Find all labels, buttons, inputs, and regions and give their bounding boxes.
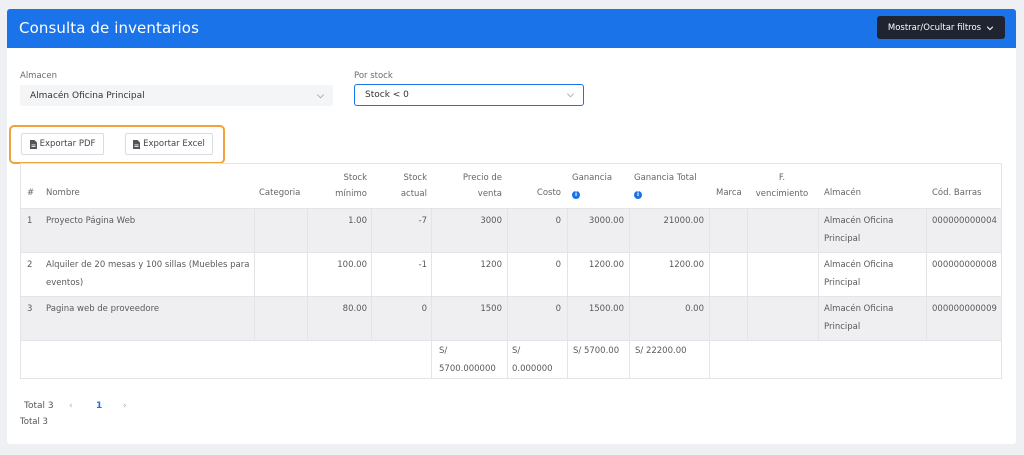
col-header-costo: Costo xyxy=(536,188,561,198)
chevron-down-icon xyxy=(316,93,325,99)
almacen-select[interactable]: Almacén Oficina Principal xyxy=(20,85,333,106)
col-header-ganancia: Ganancia i xyxy=(572,173,613,199)
file-icon xyxy=(29,139,37,149)
page-number[interactable]: 1 xyxy=(96,401,102,411)
cell-costo: 0 xyxy=(555,216,561,226)
totals-row: S/5700.000000 S/0.000000 S/ 5700.00 S/ 2… xyxy=(21,340,1001,378)
page-title: Consulta de inventarios xyxy=(19,19,199,37)
cell-nombre: Pagina web de proveedore xyxy=(46,304,160,314)
col-header-nombre: Nombre xyxy=(46,188,80,198)
cell-ganancia: 1500.00 xyxy=(588,304,624,314)
col-divider xyxy=(254,208,255,340)
total-precio: S/5700.000000 xyxy=(439,346,496,374)
col-divider xyxy=(629,208,630,378)
table-row[interactable]: 1 Proyecto Página Web 1.00 -7 3000 0 300… xyxy=(21,208,1001,252)
total-costo: S/0.000000 xyxy=(512,346,553,374)
stock-select-value: Stock < 0 xyxy=(365,90,409,100)
info-icon[interactable]: i xyxy=(634,191,642,199)
toggle-filters-label: Mostrar/Ocultar filtros xyxy=(887,22,982,33)
cell-cod-barras: 000000000008 xyxy=(932,260,997,270)
cell-precio: 3000 xyxy=(480,216,502,226)
next-page-button[interactable]: › xyxy=(123,401,127,411)
cell-stock-actual: -7 xyxy=(418,216,427,226)
cell-ganancia-total: 21000.00 xyxy=(663,216,704,226)
cell-stock-min: 1.00 xyxy=(348,216,367,226)
row-divider xyxy=(21,340,1001,341)
stock-filter-label: Por stock xyxy=(354,71,393,81)
col-header-almacen: Almacén xyxy=(824,188,861,198)
cell-nombre: Proyecto Página Web xyxy=(46,216,136,226)
cell-ganancia-total: 1200.00 xyxy=(668,260,704,270)
cell-num: 2 xyxy=(27,260,33,270)
cell-nombre: Alquiler de 20 mesas y 100 sillas (Muebl… xyxy=(46,260,250,288)
almacen-filter-label: Almacen xyxy=(20,71,57,81)
col-divider xyxy=(507,208,508,378)
cell-cod-barras: 000000000004 xyxy=(932,216,997,226)
total-ganancia: S/ 5700.00 xyxy=(573,346,620,356)
col-header-marca: Marca xyxy=(716,188,742,198)
inventory-card: Consulta de inventarios Mostrar/Ocultar … xyxy=(7,9,1016,444)
row-divider xyxy=(21,252,1001,253)
stock-select[interactable]: Stock < 0 xyxy=(354,84,584,106)
col-divider xyxy=(371,208,372,340)
almacen-select-value: Almacén Oficina Principal xyxy=(30,90,145,101)
col-header-categoria: Categoria xyxy=(259,188,301,198)
col-divider xyxy=(567,208,568,378)
file-icon xyxy=(133,139,141,149)
chevron-down-icon xyxy=(986,25,994,30)
row-divider xyxy=(21,208,1001,209)
col-divider xyxy=(747,208,748,340)
cell-stock-actual: 0 xyxy=(421,304,427,314)
prev-page-button[interactable]: ‹ xyxy=(69,401,73,411)
cell-ganancia: 3000.00 xyxy=(588,216,624,226)
cell-almacen: Almacén Oficina Principal xyxy=(824,216,894,244)
toggle-filters-button[interactable]: Mostrar/Ocultar filtros xyxy=(877,16,1005,39)
row-divider xyxy=(21,296,1001,297)
col-header-precio: Precio de venta xyxy=(462,173,502,199)
col-divider xyxy=(709,208,710,378)
cell-stock-min: 80.00 xyxy=(342,304,367,314)
export-pdf-label: Exportar PDF xyxy=(39,139,96,149)
page-header: Consulta de inventarios Mostrar/Ocultar … xyxy=(7,9,1016,48)
cell-almacen: Almacén Oficina Principal xyxy=(824,260,894,288)
cell-ganancia: 1200.00 xyxy=(588,260,624,270)
cell-cod-barras: 000000000009 xyxy=(932,304,997,314)
col-header-stock-actual: Stock actual xyxy=(400,173,427,199)
info-icon[interactable]: i xyxy=(572,191,580,199)
export-excel-label: Exportar Excel xyxy=(143,139,205,149)
cell-precio: 1200 xyxy=(480,260,502,270)
col-header-ganancia-total: Ganancia Total i xyxy=(634,173,697,199)
cell-almacen: Almacén Oficina Principal xyxy=(824,304,894,332)
footer-total: Total 3 xyxy=(20,417,48,427)
col-header-num: # xyxy=(27,188,35,198)
col-divider xyxy=(818,208,819,340)
table-row[interactable]: 2 Alquiler de 20 mesas y 100 sillas (Mue… xyxy=(21,252,1001,296)
cell-num: 1 xyxy=(27,216,33,226)
cell-num: 3 xyxy=(27,304,33,314)
total-ganancia-total: S/ 22200.00 xyxy=(635,346,687,356)
col-divider xyxy=(307,208,308,340)
cell-precio: 1500 xyxy=(480,304,502,314)
col-header-stock-min: Stock mínimo xyxy=(335,173,367,199)
cell-costo: 0 xyxy=(555,304,561,314)
export-excel-button[interactable]: Exportar Excel xyxy=(125,133,213,155)
pagination-total: Total 3 xyxy=(24,401,54,411)
col-divider xyxy=(431,208,432,378)
table-row[interactable]: 3 Pagina web de proveedore 80.00 0 1500 … xyxy=(21,296,1001,340)
export-pdf-button[interactable]: Exportar PDF xyxy=(21,133,104,155)
cell-stock-min: 100.00 xyxy=(337,260,367,270)
col-header-vencimiento: F. vencimiento xyxy=(755,173,809,199)
inventory-table: # Nombre Categoria Stock mínimo Stock actu… xyxy=(20,163,1002,379)
cell-ganancia-total: 0.00 xyxy=(685,304,704,314)
col-header-cod-barras: Cód. Barras xyxy=(932,188,982,198)
chevron-down-icon xyxy=(566,93,575,98)
cell-costo: 0 xyxy=(555,260,561,270)
cell-stock-actual: -1 xyxy=(418,260,427,270)
col-divider xyxy=(926,208,927,340)
